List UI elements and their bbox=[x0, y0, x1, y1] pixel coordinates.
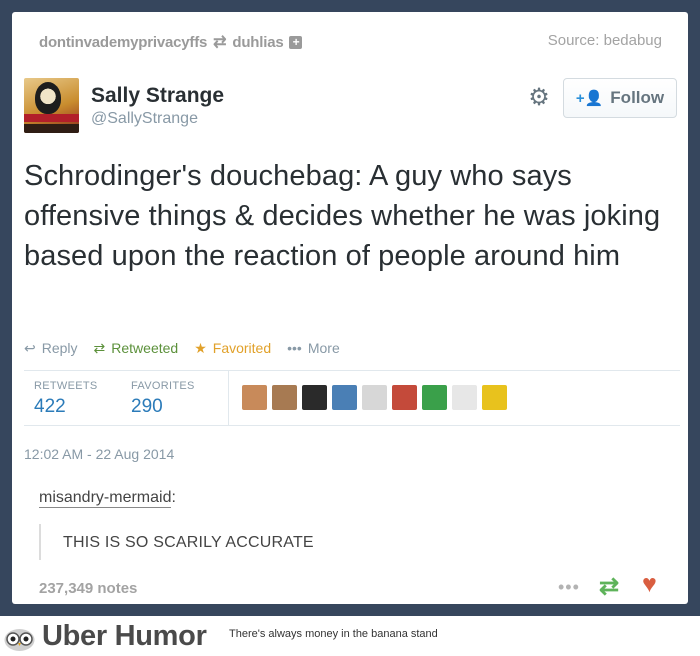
favoriter-avatar[interactable] bbox=[272, 385, 297, 410]
favorites-value: 290 bbox=[131, 396, 163, 417]
retweet-label: Retweeted bbox=[111, 340, 179, 356]
follow-plus-icon[interactable]: + bbox=[289, 35, 303, 49]
reblog-button-icon[interactable]: ⇄ bbox=[599, 572, 619, 601]
add-user-icon: +👤 bbox=[575, 90, 604, 107]
favoriter-avatars bbox=[242, 385, 507, 410]
star-icon: ★ bbox=[194, 339, 207, 356]
retweets-value: 422 bbox=[34, 396, 66, 417]
comment-text: THIS IS SO SCARILY ACCURATE bbox=[63, 534, 314, 551]
favoriter-avatar[interactable] bbox=[302, 385, 327, 410]
retweet-count[interactable]: RETWEETS 422 bbox=[34, 380, 98, 418]
follow-button[interactable]: +👤 Follow bbox=[563, 78, 677, 118]
user-name[interactable]: Sally Strange bbox=[91, 84, 224, 108]
owl-logo-icon bbox=[4, 629, 35, 651]
favoriter-avatar[interactable] bbox=[482, 385, 507, 410]
avatar[interactable] bbox=[24, 78, 79, 133]
favorite-label: Favorited bbox=[212, 340, 272, 356]
reblog-icon: ⇄ bbox=[213, 34, 227, 51]
notes-count[interactable]: 237,349 notes bbox=[39, 580, 137, 597]
reply-icon: ↩ bbox=[24, 339, 36, 356]
favoriter-avatar[interactable] bbox=[362, 385, 387, 410]
reply-label: Reply bbox=[41, 340, 78, 356]
retweet-icon: ⇄ bbox=[93, 339, 106, 356]
tweet-actions: ↩ Reply ⇄ Retweeted ★ Favorited ••• More bbox=[24, 338, 356, 358]
follow-label: Follow bbox=[610, 88, 665, 107]
more-label: More bbox=[307, 340, 340, 356]
favorite-count[interactable]: FAVORITES 290 bbox=[131, 380, 195, 418]
post-card: dontinvademyprivacyffs ⇄ duhlias + Sourc… bbox=[12, 12, 688, 604]
favoriter-avatar[interactable] bbox=[392, 385, 417, 410]
brand-name: Uber Humor bbox=[42, 620, 207, 652]
post-header: dontinvademyprivacyffs ⇄ duhlias + Sourc… bbox=[39, 32, 662, 52]
gear-icon[interactable]: ⚙ bbox=[526, 85, 552, 111]
favoriter-avatar[interactable] bbox=[452, 385, 477, 410]
comment-author-name[interactable]: misandry-mermaid bbox=[39, 489, 172, 508]
more-action[interactable]: ••• More bbox=[287, 340, 340, 356]
favorite-action[interactable]: ★ Favorited bbox=[194, 340, 271, 357]
quote-bar bbox=[39, 524, 41, 560]
user-handle[interactable]: @SallyStrange bbox=[91, 110, 198, 128]
favorites-label: FAVORITES bbox=[131, 380, 195, 392]
tweet-stats: RETWEETS 422 FAVORITES 290 bbox=[24, 370, 680, 426]
more-dots-icon: ••• bbox=[287, 340, 302, 356]
heart-icon[interactable]: ♥ bbox=[642, 570, 657, 599]
original-poster-link[interactable]: duhlias bbox=[232, 34, 283, 51]
more-icon[interactable]: ••• bbox=[558, 577, 580, 598]
brand-tagline: There's always money in the banana stand bbox=[229, 628, 438, 640]
comment-author[interactable]: misandry-mermaid: bbox=[39, 489, 176, 508]
favoriter-avatar[interactable] bbox=[332, 385, 357, 410]
favoriter-avatar[interactable] bbox=[422, 385, 447, 410]
tweet-timestamp[interactable]: 12:02 AM - 22 Aug 2014 bbox=[24, 446, 174, 462]
stats-divider bbox=[228, 371, 229, 425]
source-link[interactable]: Source: bedabug bbox=[548, 32, 662, 49]
reply-action[interactable]: ↩ Reply bbox=[24, 340, 78, 357]
retweets-label: RETWEETS bbox=[34, 380, 98, 392]
reblogger-link[interactable]: dontinvademyprivacyffs bbox=[39, 34, 207, 51]
tweet-text: Schrodinger's douchebag: A guy who says … bbox=[24, 160, 661, 272]
reblog-trail: dontinvademyprivacyffs ⇄ duhlias + bbox=[39, 32, 303, 52]
retweet-action[interactable]: ⇄ Retweeted bbox=[94, 340, 179, 357]
favoriter-avatar[interactable] bbox=[242, 385, 267, 410]
watermark-bar: Uber Humor There's always money in the b… bbox=[0, 616, 700, 656]
